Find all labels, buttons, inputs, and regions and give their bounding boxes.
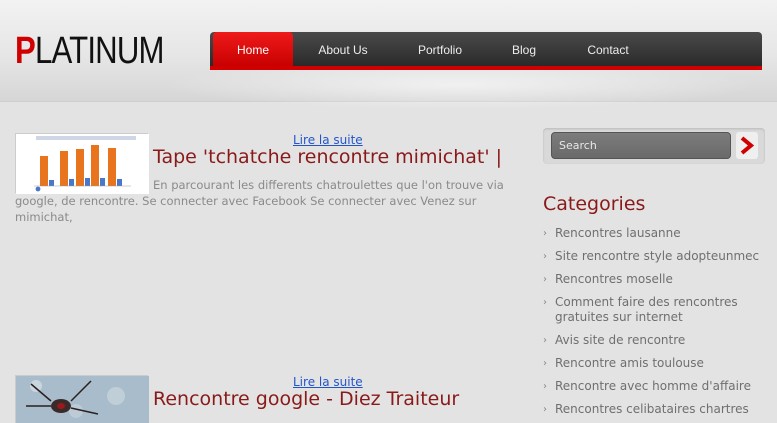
- category-item[interactable]: › Rencontre avec homme d'affaire: [543, 379, 768, 394]
- chevron-right-icon: ›: [543, 297, 547, 308]
- category-label[interactable]: Site rencontre style adopteunmec: [555, 249, 759, 263]
- category-item[interactable]: › Site rencontre style adopteunmec: [543, 249, 768, 264]
- post-thumbnail-spider-image: [16, 376, 149, 423]
- chevron-right-icon: ›: [543, 228, 547, 239]
- chevron-right-icon: ›: [543, 381, 547, 392]
- read-more-link[interactable]: Lire la suite: [293, 375, 363, 389]
- chevron-right-icon: ›: [543, 404, 547, 415]
- chevron-right-icon: ›: [543, 358, 547, 369]
- categories-title: Categories: [543, 193, 646, 215]
- nav-contact[interactable]: Contact: [578, 32, 638, 66]
- logo-text: LATINUM: [34, 30, 165, 72]
- chevron-right-icon: [740, 136, 755, 155]
- category-item[interactable]: › Rencontres lausanne: [543, 226, 768, 241]
- category-label[interactable]: Comment faire des rencontres gratuites s…: [555, 295, 738, 324]
- nav-portfolio[interactable]: Portfolio: [400, 32, 480, 66]
- main-content: Lire la suite Tape 'tchatche rencontre m…: [0, 103, 540, 423]
- post-title[interactable]: Tape 'tchatche rencontre mimichat' |: [153, 146, 502, 168]
- category-label[interactable]: Rencontre amis toulouse: [555, 356, 704, 370]
- chevron-right-icon: ›: [543, 335, 547, 346]
- category-item[interactable]: › Rencontres celibataires chartres: [543, 402, 768, 417]
- post-excerpt: En parcourant les differents chatroulett…: [15, 178, 504, 224]
- category-item[interactable]: › Rencontres moselle: [543, 272, 768, 287]
- category-item[interactable]: › Avis site de rencontre: [543, 333, 768, 348]
- logo-initial: P: [15, 30, 36, 72]
- post-title[interactable]: Rencontre google - Diez Traiteur: [153, 388, 459, 410]
- category-label[interactable]: Rencontres lausanne: [555, 226, 681, 240]
- site-header: PLATINUM Home About Us Portfolio Blog Co…: [0, 0, 777, 110]
- category-label[interactable]: Rencontre avec homme d'affaire: [555, 379, 751, 393]
- category-label[interactable]: Avis site de rencontre: [555, 333, 685, 347]
- post-item: Lire la suite Rencontre google - Diez Tr…: [15, 375, 515, 423]
- main-nav: Home About Us Portfolio Blog Contact: [210, 32, 762, 70]
- categories-list: › Rencontres lausanne › Site rencontre s…: [543, 226, 768, 417]
- nav-home[interactable]: Home: [213, 32, 293, 66]
- post-item: Lire la suite Tape 'tchatche rencontre m…: [15, 133, 515, 243]
- read-more-link[interactable]: Lire la suite: [293, 133, 363, 147]
- category-label[interactable]: Rencontres celibataires chartres: [555, 402, 749, 416]
- category-item[interactable]: › Rencontre amis toulouse: [543, 356, 768, 371]
- nav-blog[interactable]: Blog: [498, 32, 550, 66]
- search-button[interactable]: [736, 132, 758, 159]
- post-thumbnail[interactable]: [15, 375, 149, 423]
- chevron-right-icon: ›: [543, 251, 547, 262]
- search-input[interactable]: Search: [551, 132, 731, 159]
- nav-about-us[interactable]: About Us: [305, 32, 381, 66]
- category-label[interactable]: Rencontres moselle: [555, 272, 673, 286]
- chevron-right-icon: ›: [543, 274, 547, 285]
- category-item[interactable]: › Comment faire des rencontres gratuites…: [543, 295, 768, 325]
- site-logo[interactable]: PLATINUM: [15, 30, 165, 73]
